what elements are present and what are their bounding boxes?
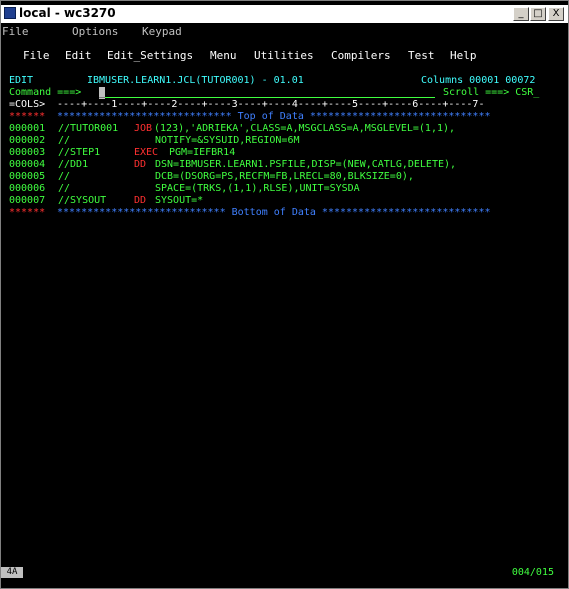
jcl-line[interactable]: 000006 // SPACE=(TRKS,(1,1),RLSE),UNIT=S…: [9, 183, 360, 195]
jcl-operands[interactable]: DSN=IBMUSER.LEARN1.PSFILE,DISP=(NEW,CATL…: [155, 159, 456, 171]
action-file[interactable]: File: [23, 50, 50, 62]
title-bar[interactable]: local - wc3270 _ □ X: [1, 5, 568, 23]
line-number: ******: [9, 111, 46, 122]
command-line: Command ===> _ Scroll ===> CSR_: [9, 87, 539, 99]
window-title: local - wc3270: [19, 6, 116, 20]
line-number[interactable]: 000006: [9, 183, 45, 195]
oia-status-bar: 4A 004/015: [1, 567, 568, 579]
jcl-line[interactable]: 000007 //SYSOUT DD SYSOUT=*: [9, 195, 203, 207]
jcl-operation[interactable]: EXEC: [134, 147, 158, 159]
jcl-label[interactable]: //: [58, 183, 70, 195]
cursor-position: 004/015: [511, 567, 554, 578]
action-edit-settings[interactable]: Edit_Settings: [107, 50, 193, 62]
jcl-operands[interactable]: SPACE=(TRKS,(1,1),RLSE),UNIT=SYSDA: [155, 183, 360, 195]
line-number[interactable]: 000001: [9, 123, 45, 135]
top-of-data-marker: ***************************** Top of Dat…: [51, 111, 491, 122]
line-number[interactable]: 000005: [9, 171, 45, 183]
jcl-label[interactable]: //: [58, 171, 70, 183]
connection-indicator: 4A: [1, 567, 23, 578]
action-help[interactable]: Help: [450, 50, 477, 62]
jcl-label[interactable]: //STEP1: [58, 147, 100, 159]
jcl-operation[interactable]: DD: [134, 195, 146, 207]
edit-mode: EDIT: [9, 75, 34, 86]
menu-options[interactable]: Options: [72, 25, 118, 38]
jcl-line[interactable]: 000001 //TUTOR001 JOB (123),'ADRIEKA',CL…: [9, 123, 455, 135]
jcl-operands[interactable]: PGM=IEFBR14: [169, 147, 235, 159]
line-number[interactable]: 000004: [9, 159, 45, 171]
command-underline: [105, 97, 435, 98]
cols-ruler: =COLS> ----+----1----+----2----+----3---…: [9, 99, 484, 111]
jcl-label[interactable]: //DD1: [58, 159, 88, 171]
ispf-action-bar: File Edit Edit_Settings Menu Utilities C…: [23, 50, 477, 62]
ruler: ----+----1----+----2----+----3----+----4…: [51, 99, 485, 110]
terminal-window: local - wc3270 _ □ X File Options Keypad…: [0, 0, 569, 589]
3270-screen[interactable]: File Edit Edit_Settings Menu Utilities C…: [1, 43, 568, 563]
line-number: ******: [9, 207, 46, 218]
jcl-line[interactable]: 000004 //DD1 DD DSN=IBMUSER.LEARN1.PSFIL…: [9, 159, 456, 171]
scroll-label[interactable]: Scroll ===> CSR_: [443, 87, 539, 99]
app-icon: [4, 7, 16, 19]
menu-keypad[interactable]: Keypad: [142, 25, 182, 38]
jcl-operands[interactable]: NOTIFY=&SYSUID,REGION=6M: [155, 135, 300, 147]
cols-label: =COLS>: [9, 99, 46, 110]
action-utilities[interactable]: Utilities: [254, 50, 314, 62]
jcl-label[interactable]: //TUTOR001: [58, 123, 118, 135]
action-compilers[interactable]: Compilers: [331, 50, 391, 62]
action-test[interactable]: Test: [408, 50, 435, 62]
jcl-label[interactable]: //SYSOUT: [58, 195, 106, 207]
action-edit[interactable]: Edit: [65, 50, 92, 62]
line-number[interactable]: 000002: [9, 135, 45, 147]
line-number[interactable]: 000007: [9, 195, 45, 207]
edit-header: EDIT IBMUSER.LEARN1.JCL(TUTOR001) - 01.0…: [9, 75, 535, 87]
terminal-menu-bar: File Options Keypad: [1, 23, 568, 41]
maximize-button[interactable]: □: [530, 7, 546, 21]
jcl-operation[interactable]: DD: [134, 159, 146, 171]
close-button[interactable]: X: [548, 7, 564, 21]
columns-indicator: Columns 00001 00072: [421, 75, 536, 86]
line-number[interactable]: 000003: [9, 147, 45, 159]
jcl-line[interactable]: 000003 //STEP1 EXEC PGM=IEFBR14: [9, 147, 235, 159]
top-of-data-line: ****** ***************************** Top…: [9, 111, 491, 123]
jcl-line[interactable]: 000002 // NOTIFY=&SYSUID,REGION=6M: [9, 135, 300, 147]
jcl-operands[interactable]: DCB=(DSORG=PS,RECFM=FB,LRECL=80,BLKSIZE=…: [155, 171, 414, 183]
jcl-operation[interactable]: JOB: [134, 123, 152, 135]
bottom-of-data-marker: **************************** Bottom of D…: [51, 207, 491, 218]
jcl-operands[interactable]: SYSOUT=*: [155, 195, 203, 207]
jcl-line[interactable]: 000005 // DCB=(DSORG=PS,RECFM=FB,LRECL=8…: [9, 171, 414, 183]
jcl-label[interactable]: //: [58, 135, 70, 147]
minimize-button[interactable]: _: [513, 7, 529, 21]
dataset-name: IBMUSER.LEARN1.JCL(TUTOR001) - 01.01: [87, 75, 304, 86]
jcl-operands[interactable]: (123),'ADRIEKA',CLASS=A,MSGCLASS=A,MSGLE…: [154, 123, 455, 135]
bottom-of-data-line: ****** **************************** Bott…: [9, 207, 491, 219]
action-menu[interactable]: Menu: [210, 50, 237, 62]
command-label: Command ===>: [9, 87, 82, 98]
menu-file[interactable]: File: [2, 25, 29, 38]
